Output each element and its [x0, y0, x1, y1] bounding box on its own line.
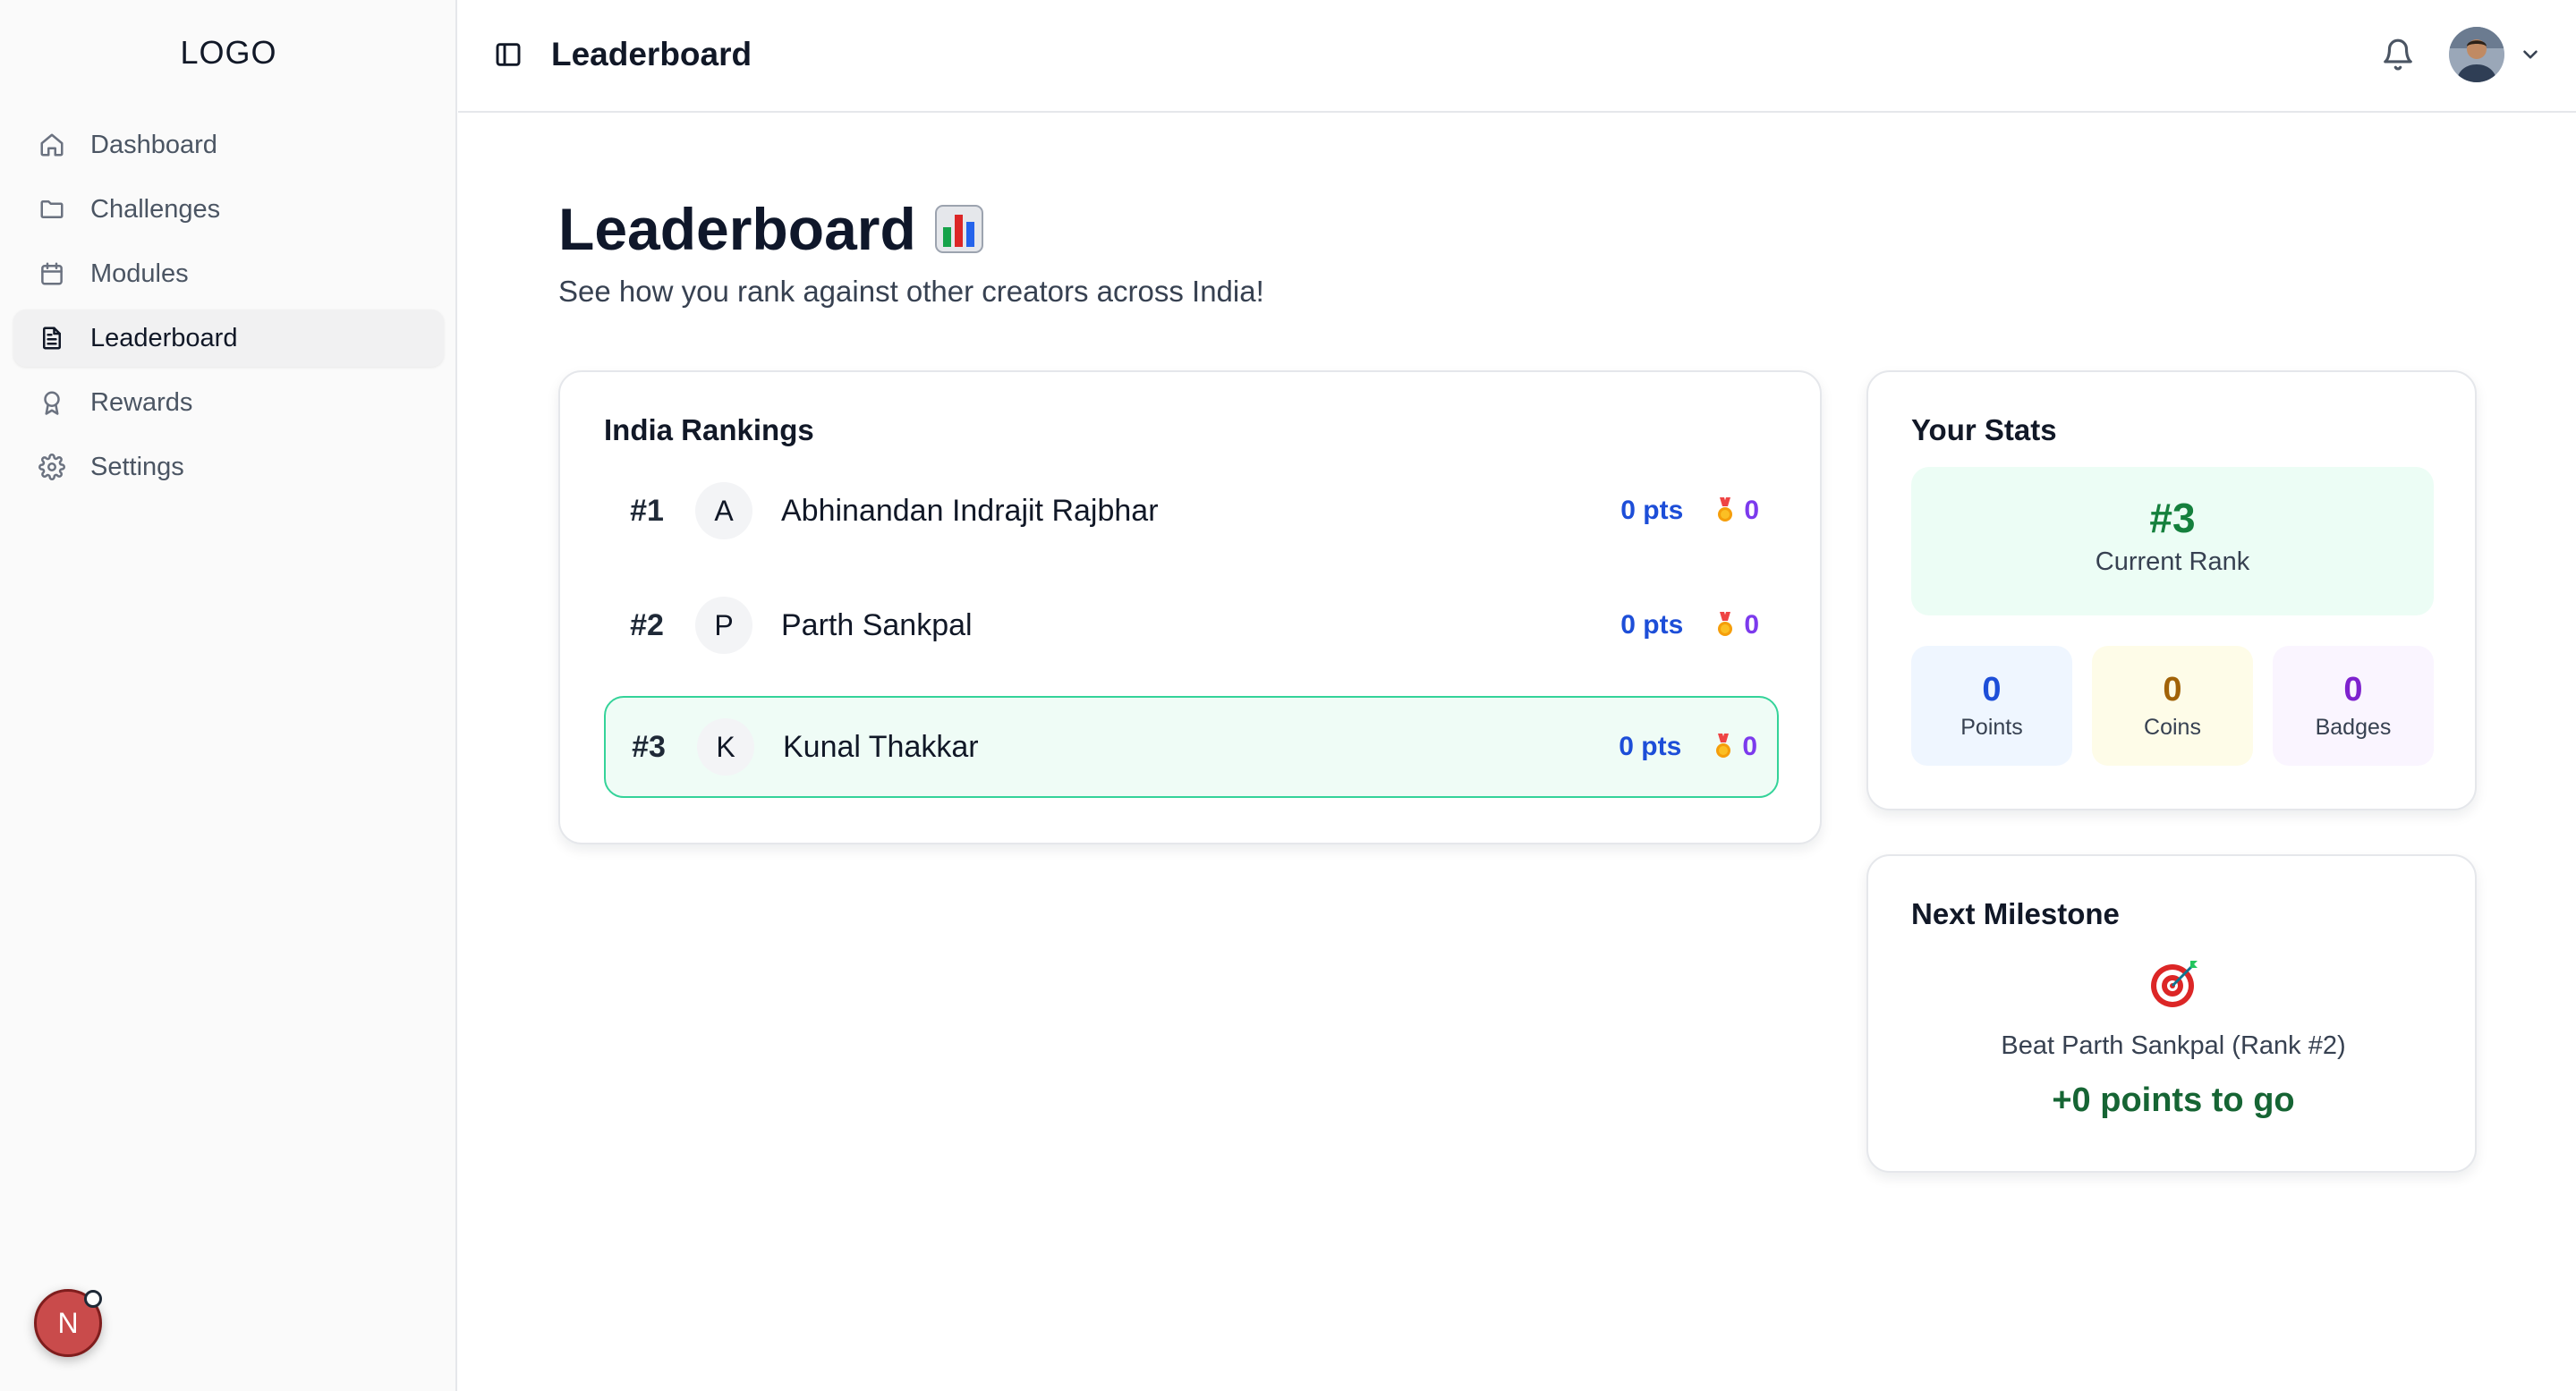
current-rank-label: Current Rank: [2095, 547, 2250, 576]
badge-count-value: 0: [1744, 610, 1759, 640]
milestone-description: Beat Parth Sankpal (Rank #2): [2001, 1031, 2346, 1060]
sidebar-item-label: Rewards: [90, 387, 193, 417]
logo[interactable]: LOGO: [0, 34, 457, 72]
sidebar-item-label: Challenges: [90, 194, 221, 224]
floating-avatar-initial: N: [57, 1306, 79, 1339]
badge-count: 0: [1715, 496, 1759, 526]
medal-icon: [1718, 497, 1733, 522]
user-avatar[interactable]: [2449, 27, 2504, 82]
ranking-row[interactable]: #1 A Abhinandan Indrajit Rajbhar 0 pts 0: [604, 460, 1779, 562]
medal-icon: [1718, 612, 1733, 636]
gear-icon: [37, 452, 67, 482]
points-stat: 0 Points: [1911, 646, 2072, 766]
badges-stat-value: 0: [2343, 671, 2363, 708]
rank-number: #3: [632, 729, 666, 764]
creator-name: Parth Sankpal: [781, 607, 973, 642]
page-title-text: Leaderboard: [558, 196, 916, 262]
sidebar-toggle-icon[interactable]: [494, 40, 524, 71]
sidebar-item-label: Leaderboard: [90, 323, 238, 352]
page-title: Leaderboard: [558, 195, 984, 263]
ranking-row[interactable]: #2 P Parth Sankpal 0 pts 0: [604, 574, 1779, 676]
document-icon: [37, 323, 67, 353]
award-icon: [37, 387, 67, 418]
medal-icon: [1716, 734, 1731, 758]
page-subtitle: See how you rank against other creators …: [558, 275, 1264, 308]
next-milestone-card: Next Milestone Beat Parth Sankpal (Rank …: [1866, 854, 2477, 1173]
coins-stat-label: Coins: [2144, 715, 2201, 740]
status-dot: [84, 1290, 102, 1308]
badge-count: 0: [1715, 610, 1759, 640]
badge-count-value: 0: [1742, 732, 1757, 761]
avatar: A: [695, 482, 752, 539]
avatar: P: [695, 597, 752, 654]
coins-stat: 0 Coins: [2092, 646, 2253, 766]
sidebar-item-label: Settings: [90, 452, 184, 481]
milestone-title: Next Milestone: [1911, 897, 2120, 930]
calendar-icon: [37, 259, 67, 289]
header-title: Leaderboard: [551, 36, 752, 72]
india-rankings-card: India Rankings #1 A Abhinandan Indrajit …: [558, 370, 1822, 844]
badge-count: 0: [1713, 732, 1757, 762]
bar-chart-icon: [934, 205, 983, 253]
coins-stat-value: 0: [2163, 671, 2182, 708]
points-value: 0 pts: [1620, 610, 1684, 640]
current-rank-value: #3: [2149, 495, 2196, 541]
creator-name: Kunal Thakkar: [783, 729, 979, 764]
badges-stat: 0 Badges: [2273, 646, 2434, 766]
bell-icon[interactable]: [2381, 38, 2417, 73]
current-rank-box: #3 Current Rank: [1911, 467, 2434, 615]
target-icon: [2151, 961, 2198, 1007]
creator-name: Abhinandan Indrajit Rajbhar: [781, 493, 1159, 528]
rankings-title: India Rankings: [604, 413, 814, 446]
points-value: 0 pts: [1619, 732, 1682, 761]
home-icon: [37, 130, 67, 160]
sidebar-nav: Dashboard Challenges Modules Leaderboard…: [13, 116, 444, 503]
sidebar-item-challenges[interactable]: Challenges: [13, 181, 444, 238]
stats-title: Your Stats: [1911, 413, 2057, 446]
badges-stat-label: Badges: [2315, 715, 2392, 740]
rank-number: #1: [630, 493, 664, 528]
points-value: 0 pts: [1620, 496, 1684, 525]
milestone-points-to-go: +0 points to go: [2052, 1081, 2295, 1119]
sidebar-item-leaderboard[interactable]: Leaderboard: [13, 310, 444, 367]
badge-count-value: 0: [1744, 496, 1759, 525]
chevron-down-icon[interactable]: [2519, 43, 2544, 68]
sidebar-item-label: Dashboard: [90, 130, 217, 159]
sidebar-item-dashboard[interactable]: Dashboard: [13, 116, 444, 174]
rank-number: #2: [630, 607, 664, 642]
avatar: K: [697, 718, 754, 776]
folder-icon: [37, 194, 67, 225]
your-stats-card: Your Stats #3 Current Rank 0 Points 0 Co…: [1866, 370, 2477, 810]
points-stat-label: Points: [1960, 715, 2023, 740]
top-header: Leaderboard: [458, 0, 2576, 113]
sidebar-item-label: Modules: [90, 259, 189, 288]
sidebar: LOGO Dashboard Challenges Modules Leader…: [0, 0, 457, 1391]
floating-user-avatar[interactable]: N: [34, 1289, 102, 1357]
sidebar-item-modules[interactable]: Modules: [13, 245, 444, 302]
sidebar-item-settings[interactable]: Settings: [13, 438, 444, 496]
sidebar-item-rewards[interactable]: Rewards: [13, 374, 444, 431]
points-stat-value: 0: [1982, 671, 2002, 708]
ranking-row-current-user[interactable]: #3 K Kunal Thakkar 0 pts 0: [604, 696, 1779, 798]
